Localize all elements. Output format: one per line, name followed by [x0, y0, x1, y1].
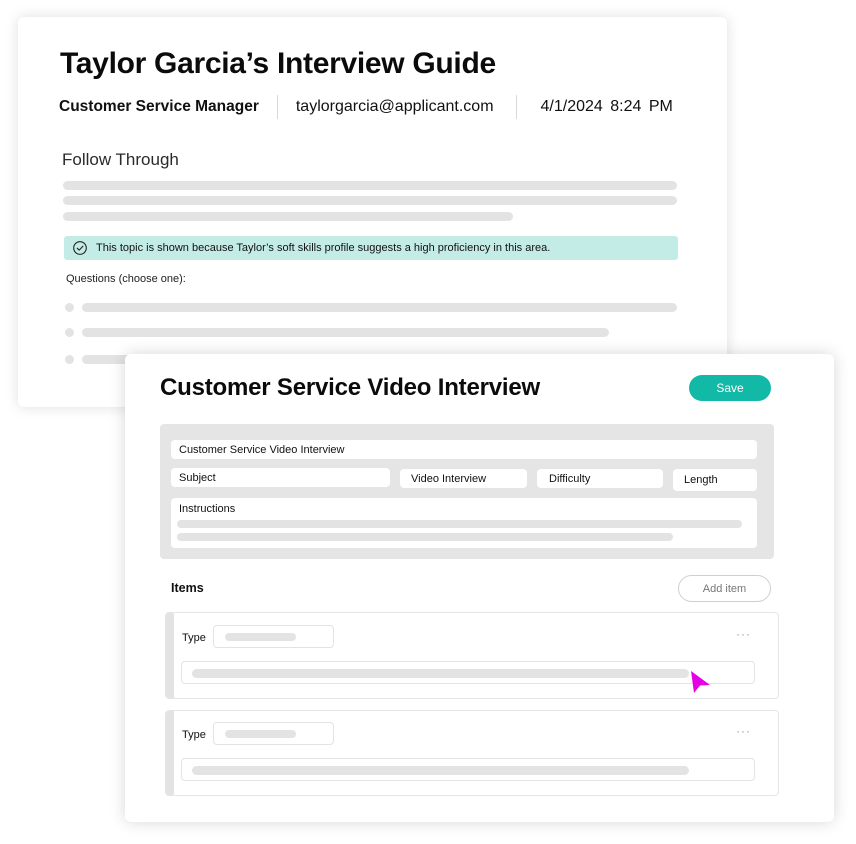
candidate-meta: Customer Service Manager taylorgarcia@ap…: [59, 94, 673, 120]
info-banner: This topic is shown because Taylor’s sof…: [64, 236, 678, 260]
section-title: Follow Through: [62, 150, 179, 169]
interview-type-select[interactable]: Video Interview: [400, 469, 527, 488]
interview-item: Type ···: [165, 612, 779, 699]
placeholder-line: [192, 766, 689, 775]
placeholder-line: [63, 196, 677, 205]
item-question-input[interactable]: [181, 661, 755, 684]
info-banner-text: This topic is shown because Taylor’s sof…: [96, 242, 551, 254]
interview-item: Type ···: [165, 710, 779, 796]
more-horizontal-icon[interactable]: ···: [736, 724, 751, 738]
candidate-email[interactable]: taylorgarcia@applicant.com: [278, 98, 516, 116]
type-label: Type: [182, 729, 206, 741]
type-select[interactable]: [213, 625, 334, 648]
question-option[interactable]: [82, 303, 677, 312]
interview-form: Customer Service Video Interview Subject…: [160, 424, 774, 559]
type-select[interactable]: [213, 722, 334, 745]
difficulty-select[interactable]: Difficulty: [537, 469, 663, 488]
interview-guide-card: Taylor Garcia’s Interview Guide Customer…: [18, 17, 727, 407]
more-horizontal-icon[interactable]: ···: [736, 627, 751, 641]
instructions-textarea[interactable]: Instructions: [171, 498, 757, 548]
question-radio[interactable]: [65, 328, 74, 337]
candidate-role: Customer Service Manager: [59, 98, 259, 115]
placeholder-line: [225, 633, 296, 641]
instructions-label: Instructions: [179, 503, 236, 515]
subject-input[interactable]: Subject: [171, 468, 390, 487]
interview-name-input[interactable]: Customer Service Video Interview: [171, 440, 757, 459]
save-button[interactable]: Save: [689, 375, 771, 401]
type-label: Type: [182, 632, 206, 644]
questions-label: Questions (choose one):: [66, 273, 186, 285]
video-interview-card: Customer Service Video Interview Save Cu…: [125, 354, 834, 822]
question-radio[interactable]: [65, 355, 74, 364]
cursor-pointer-icon: [688, 669, 714, 695]
length-select[interactable]: Length: [673, 469, 757, 491]
check-circle-icon: [72, 240, 88, 256]
placeholder-line: [192, 669, 689, 678]
placeholder-line: [63, 212, 513, 221]
placeholder-line: [177, 533, 673, 541]
question-option[interactable]: [82, 328, 609, 337]
item-question-input[interactable]: [181, 758, 755, 781]
drag-handle[interactable]: [166, 711, 174, 795]
video-interview-title: Customer Service Video Interview: [160, 374, 540, 401]
question-radio[interactable]: [65, 303, 74, 312]
items-label: Items: [171, 581, 204, 595]
placeholder-line: [63, 181, 677, 190]
placeholder-line: [225, 730, 296, 738]
add-item-button[interactable]: Add item: [678, 575, 771, 602]
drag-handle[interactable]: [166, 613, 174, 698]
interview-datetime: 4/1/2024 8:24 PM: [540, 98, 673, 115]
placeholder-line: [177, 520, 742, 528]
guide-title: Taylor Garcia’s Interview Guide: [60, 47, 496, 80]
